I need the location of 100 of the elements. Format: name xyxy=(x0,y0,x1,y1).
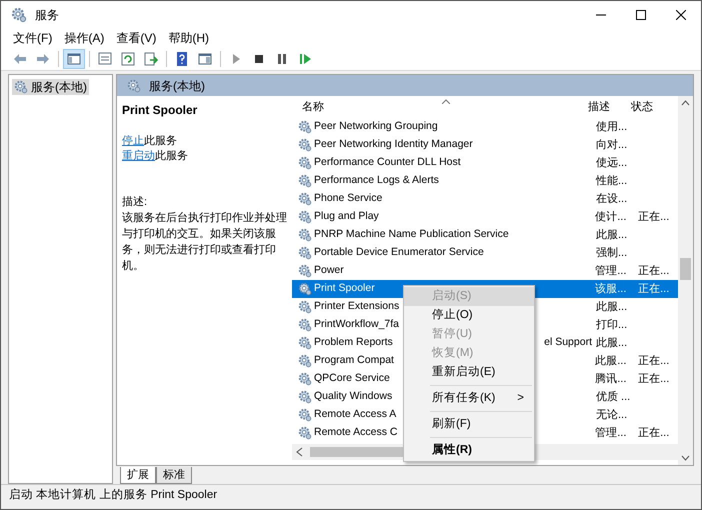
view-tab[interactable]: 标准 xyxy=(156,467,192,484)
status-cell-text: 正在... xyxy=(638,282,670,297)
description-cell-text: 该服... xyxy=(595,282,628,297)
service-name[interactable]: Performance Logs & Alerts xyxy=(314,173,439,189)
sort-caret-icon xyxy=(442,99,450,104)
service-name[interactable]: Plug and Play xyxy=(314,209,379,225)
column-header[interactable]: 状态 xyxy=(631,98,671,116)
submenu-arrow: > xyxy=(517,390,524,406)
view-tab[interactable]: 扩展 xyxy=(120,467,156,484)
context-menu-item[interactable]: 属性(R) xyxy=(404,441,534,460)
gear-icon xyxy=(298,192,312,206)
menu-item[interactable]: 操作(A) xyxy=(60,29,108,47)
export-list-icon xyxy=(143,50,159,66)
close-icon xyxy=(676,10,686,20)
properties-icon xyxy=(97,50,113,66)
action-sentence: 重启动此服务 xyxy=(122,149,188,164)
gear-icon xyxy=(298,408,312,422)
menu-item[interactable]: 查看(V) xyxy=(112,29,160,47)
gear-icon xyxy=(298,120,312,134)
status-text: 启动 本地计算机 上的服务 Print Spooler xyxy=(9,488,218,503)
gear-icon xyxy=(298,372,312,386)
gear-icon xyxy=(298,318,312,332)
status-cell-text: 正在... xyxy=(638,210,670,225)
description-cell-text: 使计... xyxy=(595,210,628,225)
service-name[interactable]: Program Compat xyxy=(314,353,394,369)
service-name[interactable]: Power xyxy=(314,263,344,279)
app-gear-icon xyxy=(11,7,27,23)
description-cell-text: 使用... xyxy=(596,120,628,135)
context-menu-item[interactable]: 刷新(F) xyxy=(404,415,534,434)
description-text: 该服务在后台执行打印作业并处理与打印机的交互。如果关闭该服务，则无法进行打印或查看打印机。 xyxy=(122,210,288,274)
status-cell-text: 正在... xyxy=(638,354,670,369)
service-name[interactable]: Remote Access C xyxy=(314,425,398,441)
gear-icon xyxy=(298,336,312,350)
refresh-icon xyxy=(120,50,136,66)
maximize-icon xyxy=(636,10,646,20)
service-name[interactable]: PNRP Machine Name Publication Service xyxy=(314,227,509,243)
gear-icon xyxy=(298,300,312,314)
description-cell-text: 强制... xyxy=(596,246,628,261)
context-menu-item[interactable]: 重新启动(E) xyxy=(404,363,534,382)
description-cell-text: 在设... xyxy=(596,192,628,207)
scroll-up-icon[interactable] xyxy=(681,100,690,106)
gear-icon xyxy=(298,246,312,260)
gear-icon xyxy=(14,80,28,94)
action-sentence: 停止此服务 xyxy=(122,134,177,149)
gear-icon xyxy=(298,390,312,404)
description-cell-text: 打印... xyxy=(596,318,628,333)
service-name[interactable]: Peer Networking Grouping xyxy=(314,119,438,135)
help-icon xyxy=(174,50,190,66)
panel-title: 服务(本地) xyxy=(149,78,205,94)
gear-icon xyxy=(127,78,141,92)
gear-icon xyxy=(298,264,312,278)
tree-item[interactable]: 服务(本地) xyxy=(12,79,89,95)
service-title: Print Spooler xyxy=(122,102,198,118)
description-cell-text: 使远... xyxy=(596,156,628,171)
gear-icon xyxy=(298,138,312,152)
service-name[interactable]: Printer Extensions xyxy=(314,299,400,315)
description-cell-text: 管理... xyxy=(595,264,628,279)
service-name[interactable]: Phone Service xyxy=(314,191,382,207)
description-cell-text: 此服... xyxy=(596,336,628,351)
service-name[interactable]: PrintWorkflow_7fa xyxy=(314,317,400,333)
service-name[interactable]: QPCore Service xyxy=(314,371,390,387)
gear-icon xyxy=(298,426,312,440)
description-cell-text: 优质 ... xyxy=(596,390,632,405)
description-cell-text: 此服... xyxy=(596,300,628,315)
status-cell-text: 正在... xyxy=(638,264,670,279)
window-title: 服务 xyxy=(35,7,59,24)
description-cell-text: 此服... xyxy=(596,228,628,243)
view-panel-icon xyxy=(197,50,213,66)
service-name[interactable]: Problem Reports xyxy=(314,335,393,351)
description-label: 描述: xyxy=(122,195,148,210)
scroll-down-icon[interactable] xyxy=(681,455,690,461)
column-header[interactable]: 名称 xyxy=(292,98,588,116)
console-tree-icon xyxy=(66,50,82,66)
action-link[interactable]: 重启动 xyxy=(122,150,155,162)
service-name: el Support xyxy=(544,335,592,350)
description-cell-text: 性能... xyxy=(596,174,628,189)
status-cell-text: 正在... xyxy=(638,372,670,387)
gear-icon xyxy=(298,228,312,242)
gear-icon xyxy=(298,174,312,188)
scrollbar-thumb[interactable] xyxy=(680,258,691,280)
menu-item[interactable]: 文件(F) xyxy=(9,29,56,47)
gear-icon xyxy=(298,282,312,296)
service-name[interactable]: Quality Windows xyxy=(314,389,392,405)
context-menu-item[interactable]: 停止(O) xyxy=(404,306,534,325)
description-cell-text: 管理... xyxy=(595,426,628,441)
context-menu-item[interactable]: 所有任务(K) > xyxy=(404,389,534,408)
action-link[interactable]: 停止 xyxy=(122,135,144,147)
description-cell-text: 无论... xyxy=(596,408,628,423)
column-header[interactable]: 描述 xyxy=(588,98,631,116)
gear-icon xyxy=(298,354,312,368)
gear-icon xyxy=(298,210,312,224)
service-name[interactable]: Portable Device Enumerator Service xyxy=(314,245,484,261)
menu-item[interactable]: 帮助(H) xyxy=(164,29,213,47)
service-name[interactable]: Peer Networking Identity Manager xyxy=(314,137,473,153)
status-cell-text: 正在... xyxy=(638,426,670,441)
service-name[interactable]: Print Spooler xyxy=(314,281,375,297)
description-cell-text: 腾讯... xyxy=(595,372,628,387)
console-tree-button[interactable] xyxy=(63,48,85,68)
service-name[interactable]: Remote Access A xyxy=(314,407,396,423)
service-name[interactable]: Performance Counter DLL Host xyxy=(314,155,461,171)
